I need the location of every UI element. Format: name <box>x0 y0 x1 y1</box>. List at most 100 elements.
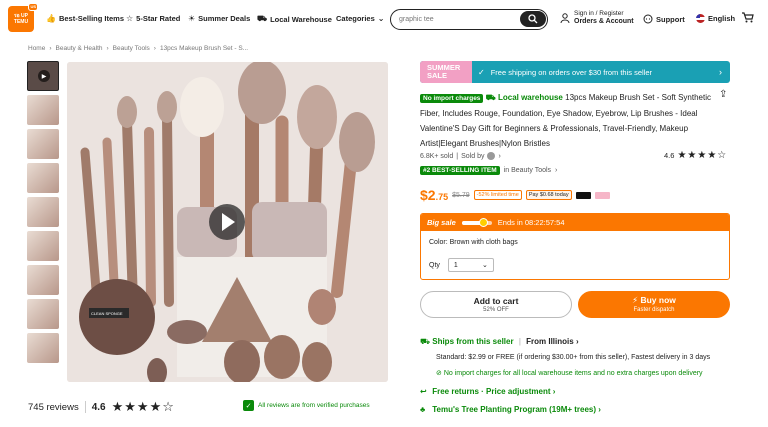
chevron-right-icon: › <box>575 337 579 346</box>
product-rating[interactable]: 4.6 ★★★★☆ <box>664 150 727 161</box>
thumbnail[interactable] <box>27 129 59 159</box>
best-selling-category: in Beauty Tools <box>503 167 552 174</box>
seller-avatar[interactable] <box>487 152 496 160</box>
color-option[interactable]: Color: Brown with cloth bags <box>429 239 518 246</box>
thumbnail[interactable] <box>27 265 59 295</box>
signin-line1: Sign in / Register <box>574 10 624 17</box>
big-sale-bar: Big sale Ends in 08:22:57:54 <box>421 214 729 231</box>
breadcrumb-current: 13pcs Makeup Brush Set - S... <box>159 45 249 52</box>
chevron-right-icon: › <box>555 167 558 174</box>
thumbnail[interactable] <box>27 299 59 329</box>
play-icon: ▶ <box>38 70 50 82</box>
nav-label: Categories <box>336 14 375 23</box>
thumbnail[interactable] <box>27 231 59 261</box>
sponge-label: CLEAN SPONGE <box>91 311 123 316</box>
search-button[interactable] <box>520 11 546 27</box>
search-icon <box>528 14 538 24</box>
signin-link[interactable]: Sign in / Register Orders & Account <box>560 10 634 26</box>
thumbnail-video[interactable]: ▶ <box>27 61 59 91</box>
tree-icon: ♣ <box>420 405 426 414</box>
local-warehouse-tag: ⛟ Local warehouse <box>485 93 563 102</box>
check-icon: ✓ <box>478 67 485 77</box>
chevron-down-icon: ⌄ <box>482 262 488 269</box>
buy-now-label: ⚡ Buy now <box>632 295 676 305</box>
thumbs-up-icon: 👍 <box>46 14 56 23</box>
price-line: $2.75 $5.79 -52% limited time Pay $0.68 … <box>420 187 610 203</box>
chevron-right-icon: › <box>719 67 722 77</box>
sale-box: Big sale Ends in 08:22:57:54 Color: Brow… <box>420 213 730 280</box>
breadcrumb-beauty-health[interactable]: Beauty & Health <box>56 45 103 52</box>
shipping-info[interactable]: ⛟ Ships from this seller | From Illinois… <box>420 337 579 347</box>
signin-line2: Orders & Account <box>574 18 634 25</box>
nav-5-star[interactable]: ☆ 5-Star Rated <box>126 14 180 23</box>
truck-icon: ⛟ <box>257 14 268 23</box>
shield-check-icon: ✓ <box>243 400 254 411</box>
reviews-summary[interactable]: 745 reviews 4.6 ★★★★☆ <box>28 399 175 415</box>
qty-label: Qty <box>429 261 440 269</box>
nav-label: Best-Selling Items <box>58 14 124 23</box>
sale-countdown: Ends in 08:22:57:54 <box>497 218 565 227</box>
search-value: graphic tee <box>399 16 434 23</box>
sold-by: Sold by <box>461 152 485 160</box>
klarna-logo <box>594 191 610 199</box>
nav-label: 5-Star Rated <box>136 14 181 23</box>
nav-summer-deals[interactable]: ☀ Summer Deals <box>188 14 250 23</box>
nav-categories[interactable]: Categories ⌄ <box>336 14 384 23</box>
breadcrumb-beauty-tools[interactable]: Beauty Tools <box>113 45 150 52</box>
qty-value: 1 <box>453 261 458 269</box>
thumbnail[interactable] <box>27 197 59 227</box>
language-label: English <box>708 14 736 23</box>
temu-logo[interactable]: รอ UP TEMU US <box>8 3 38 32</box>
nav-label: Local Warehouse <box>270 14 332 24</box>
tree-program-link[interactable]: ♣ Temu's Tree Planting Program (19M+ tre… <box>420 405 601 414</box>
add-to-cart-label: Add to cart <box>473 296 519 306</box>
chat-icon <box>643 14 653 24</box>
us-flag-icon <box>696 14 705 23</box>
no-import-tag: No import charges <box>420 94 484 103</box>
support-link[interactable]: Support <box>643 14 685 24</box>
add-to-cart-sub: 52% OFF <box>483 307 509 313</box>
discount-badge: -52% limited time <box>473 190 522 200</box>
product-main-image[interactable]: CLEAN SPONGE <box>67 62 388 382</box>
buy-now-button[interactable]: ⚡ Buy now Faster dispatch <box>578 291 730 318</box>
top-header: รอ UP TEMU US 👍 Best-Selling Items ☆ 5-S… <box>0 0 768 40</box>
ships-from-place: From Illinois <box>526 337 574 346</box>
standard-shipping: Standard: $2.99 or FREE (if ordering $30… <box>436 354 711 361</box>
ships-from-label: Ships from this seller <box>432 337 514 346</box>
nav-best-selling[interactable]: 👍 Best-Selling Items <box>46 14 124 23</box>
user-icon <box>560 13 570 23</box>
pay-later-badge[interactable]: Pay $0.68 today <box>525 190 572 200</box>
breadcrumb: Home › Beauty & Health › Beauty Tools › 13p… <box>28 45 249 52</box>
product-title: No import charges ⛟ Local warehouse 13pc… <box>420 90 720 151</box>
add-to-cart-button[interactable]: Add to cart 52% OFF <box>420 291 572 318</box>
thumbnail[interactable] <box>27 163 59 193</box>
thumbnail[interactable] <box>27 333 59 363</box>
thumbnail[interactable] <box>27 95 59 125</box>
best-selling-tag: #2 BEST-SELLING ITEM <box>420 166 500 175</box>
big-sale-label: Big sale <box>427 218 456 227</box>
quantity-select[interactable]: 1 ⌄ <box>447 258 494 272</box>
share-icon[interactable]: ⇪ <box>719 89 727 100</box>
sale-progress <box>461 217 492 227</box>
nav-local-warehouse[interactable]: ⛟ Local Warehouse <box>257 14 332 24</box>
rating-stars: ★★★★☆ <box>111 399 175 414</box>
logo-badge: US <box>28 3 38 11</box>
star-badge-icon: ☆ <box>126 14 134 23</box>
free-returns-link[interactable]: ↩ Free returns · Price adjustment › <box>420 387 555 396</box>
summer-sale-badge: SUMMER SALE <box>420 61 472 83</box>
chevron-right-icon: › <box>498 152 501 160</box>
banner-message: Free shipping on orders over $30 from th… <box>490 67 653 77</box>
brush-set-illustration: CLEAN SPONGE <box>67 62 388 382</box>
buy-now-sub: Faster dispatch <box>633 307 675 313</box>
verified-text: All reviews are from verified purchases <box>258 402 370 409</box>
best-selling-info[interactable]: #2 BEST-SELLING ITEM in Beauty Tools › <box>420 166 557 175</box>
thumbnail-strip: ▶ <box>27 61 59 367</box>
language-selector[interactable]: English <box>696 14 735 23</box>
free-shipping-banner[interactable]: SUMMER SALE ✓ Free shipping on orders ov… <box>420 61 730 83</box>
sun-icon: ☀ <box>188 14 196 23</box>
cart-icon[interactable] <box>742 12 754 26</box>
search-input[interactable]: graphic tee <box>390 9 548 30</box>
nav-label: Summer Deals <box>198 14 251 23</box>
sold-info: 6.8K+ sold | Sold by › <box>420 152 501 160</box>
breadcrumb-home[interactable]: Home <box>28 45 45 52</box>
